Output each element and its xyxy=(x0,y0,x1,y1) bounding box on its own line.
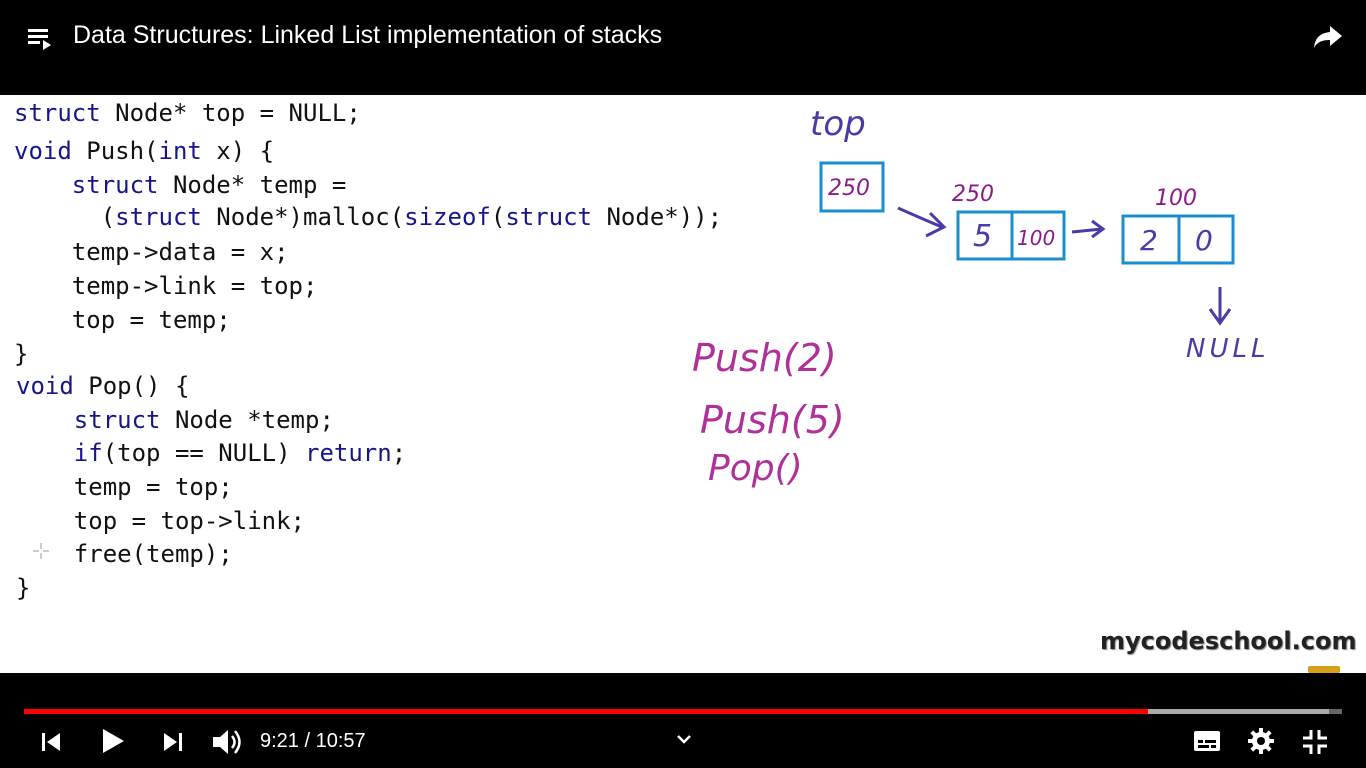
note-push-2: Push(2) xyxy=(692,336,837,380)
player-controls: 9:21 / 10:57 xyxy=(0,673,1366,768)
top-pointer-value: 250 xyxy=(828,176,870,201)
null-label: NULL xyxy=(1186,334,1269,364)
progress-buffered xyxy=(1148,709,1329,714)
progress-played xyxy=(24,709,1149,714)
chevron-down-icon[interactable] xyxy=(672,727,696,751)
note-pop: Pop() xyxy=(708,448,803,489)
arrow-node1-to-node2 xyxy=(1071,219,1106,239)
arrow-top-to-node xyxy=(897,206,947,238)
mycodeschool-logo-icon xyxy=(1308,666,1340,673)
captions-icon[interactable] xyxy=(1192,727,1222,755)
progress-bar[interactable] xyxy=(24,709,1342,714)
node1-data: 5 xyxy=(973,219,992,254)
node2-data: 2 xyxy=(1140,224,1158,257)
duration: 10:57 xyxy=(315,730,366,752)
play-icon[interactable] xyxy=(98,725,128,757)
node2-link: 0 xyxy=(1195,224,1213,257)
current-time: 9:21 xyxy=(260,730,299,752)
exit-fullscreen-icon[interactable] xyxy=(1300,727,1330,757)
video-title-bar: Data Structures: Linked List implementat… xyxy=(0,0,1366,95)
node2-address: 100 xyxy=(1155,186,1197,211)
video-title[interactable]: Data Structures: Linked List implementat… xyxy=(73,18,662,52)
note-push-5: Push(5) xyxy=(700,398,845,442)
next-icon[interactable] xyxy=(160,729,186,755)
mycodeschool-watermark: mycodeschool.com xyxy=(1100,627,1357,655)
previous-icon[interactable] xyxy=(38,729,64,755)
node1-address: 250 xyxy=(952,182,994,207)
share-icon[interactable] xyxy=(1310,18,1346,54)
playlist-icon[interactable] xyxy=(24,22,56,54)
time-separator: / xyxy=(304,730,311,752)
volume-icon[interactable] xyxy=(210,725,244,759)
linked-list-diagram: top 250 250 5 100 100 2 0 NULL Push(2) P… xyxy=(692,104,1269,489)
settings-icon[interactable] xyxy=(1246,726,1276,756)
top-label: top xyxy=(810,104,866,144)
video-frame[interactable]: struct Node* top = NULL; void Push(int x… xyxy=(0,95,1366,673)
arrow-node2-to-null xyxy=(1208,287,1232,326)
time-display: 9:21 / 10:57 xyxy=(260,728,366,754)
node1-link: 100 xyxy=(1017,226,1055,250)
